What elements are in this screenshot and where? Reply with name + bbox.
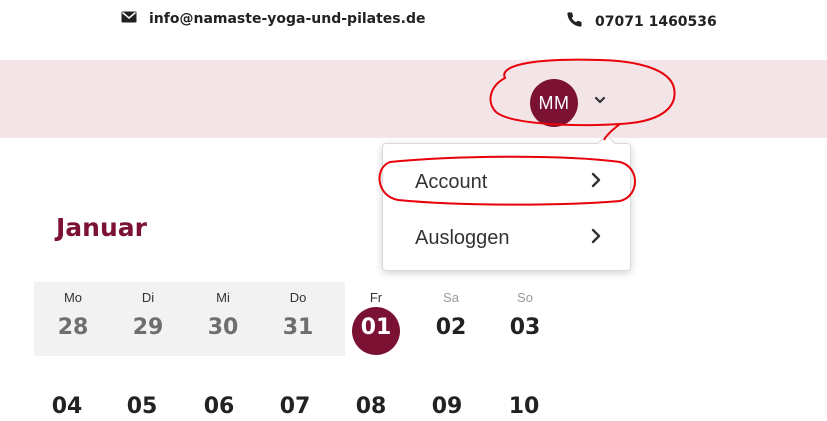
day-number[interactable]: 06 [194,394,244,419]
calendar-day[interactable]: Mi 30 [198,290,248,340]
envelope-icon [121,11,137,27]
day-number: 31 [282,315,314,340]
day-number: 03 [509,315,541,340]
day-number[interactable]: 09 [422,394,472,419]
day-number[interactable]: 05 [117,394,167,419]
calendar-day[interactable]: Di 29 [123,290,173,340]
weekday-label: Do [289,290,307,305]
contact-email[interactable]: info@namaste-yoga-und-pilates.de [121,11,425,27]
day-number: 28 [57,315,89,340]
calendar-day[interactable]: Mo 28 [48,290,98,340]
user-dropdown-menu: Account Ausloggen [382,143,631,271]
chevron-down-icon[interactable] [593,92,607,110]
avatar-initials: MM [538,92,570,113]
day-number: 01 [360,315,392,340]
menu-item-label: Ausloggen [415,226,510,249]
contact-phone[interactable]: 07071 1460536 [566,11,717,32]
calendar-month-title: Januar [56,213,147,242]
contact-phone-text: 07071 1460536 [595,13,717,30]
menu-item-account[interactable]: Account [383,158,632,206]
day-number[interactable]: 04 [42,394,92,419]
day-number: 02 [435,315,467,340]
calendar-day[interactable]: Do 31 [273,290,323,340]
weekday-label: Mo [63,290,83,305]
phone-icon [566,11,583,32]
day-number[interactable]: 10 [499,394,549,419]
calendar-day[interactable]: So 03 [500,290,550,340]
contact-bar: info@namaste-yoga-und-pilates.de 07071 1… [0,0,827,56]
chevron-right-icon [590,171,602,194]
menu-item-label: Account [415,170,488,193]
weekday-label: Di [141,290,155,305]
chevron-right-icon [590,227,602,250]
weekday-label: Sa [443,290,459,305]
day-number: 30 [207,315,239,340]
contact-email-text: info@namaste-yoga-und-pilates.de [149,11,426,27]
weekday-label: So [517,290,533,305]
weekday-label: Fr [369,290,383,305]
menu-item-logout[interactable]: Ausloggen [383,214,632,262]
header-bar [0,60,827,138]
day-number[interactable]: 08 [346,394,396,419]
calendar-day[interactable]: Sa 02 [426,290,476,340]
day-number: 29 [132,315,164,340]
weekday-label: Mi [216,290,230,305]
calendar-day-selected[interactable]: Fr 01 [351,290,401,340]
day-number[interactable]: 07 [270,394,320,419]
user-avatar[interactable]: MM [530,79,578,127]
